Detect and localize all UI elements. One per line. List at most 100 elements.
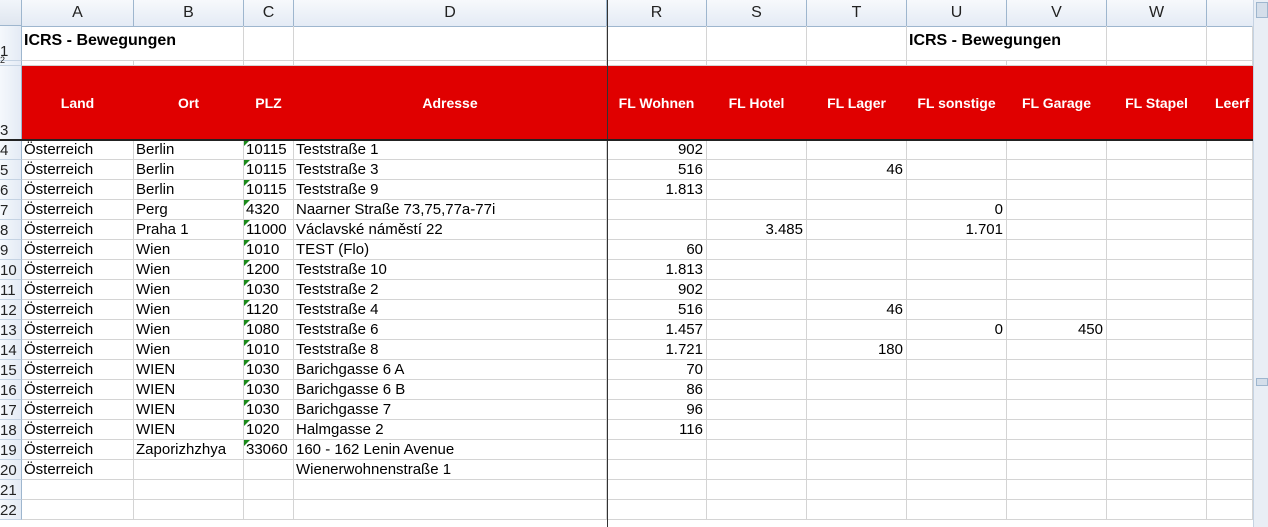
cell-r6-c7[interactable] xyxy=(907,180,1007,200)
column-title-leerf[interactable]: Leerf xyxy=(1207,66,1253,140)
cell-r12-c1[interactable]: Wien xyxy=(134,300,244,320)
cell-r16-c4[interactable]: 86 xyxy=(607,380,707,400)
row-header-4[interactable]: 4 xyxy=(0,140,22,160)
cell-r7-c10[interactable] xyxy=(1207,200,1253,220)
cell-r8-c4[interactable] xyxy=(607,220,707,240)
cell-r12-c3[interactable]: Teststraße 4 xyxy=(294,300,607,320)
cell-r19-c2[interactable]: 33060 xyxy=(244,440,294,460)
cell-r17-c3[interactable]: Barichgasse 7 xyxy=(294,400,607,420)
cell-r11-c4[interactable]: 902 xyxy=(607,280,707,300)
cell-r9-c10[interactable] xyxy=(1207,240,1253,260)
cell-r10-c2[interactable]: 1200 xyxy=(244,260,294,280)
cell-r12-c4[interactable]: 516 xyxy=(607,300,707,320)
cell-r17-c2[interactable]: 1030 xyxy=(244,400,294,420)
cell-r19-c9[interactable] xyxy=(1107,440,1207,460)
cell-r13-c5[interactable] xyxy=(707,320,807,340)
cell-r4-c4[interactable]: 902 xyxy=(607,140,707,160)
cell-r20-c6[interactable] xyxy=(807,460,907,480)
cell-r10-c4[interactable]: 1.813 xyxy=(607,260,707,280)
cell-r4-c6[interactable] xyxy=(807,140,907,160)
cell-r19-c10[interactable] xyxy=(1207,440,1253,460)
cell-r7-c8[interactable] xyxy=(1007,200,1107,220)
sheet-title-right[interactable]: ICRS - Bewegungen xyxy=(907,26,1061,61)
cell-r22-c0[interactable] xyxy=(22,500,134,520)
cell-r21-c2[interactable] xyxy=(244,480,294,500)
column-header-d[interactable]: D xyxy=(294,0,607,26)
column-header-w[interactable]: W xyxy=(1107,0,1207,26)
cell-r10-c1[interactable]: Wien xyxy=(134,260,244,280)
cell-r19-c7[interactable] xyxy=(907,440,1007,460)
row-header-17[interactable]: 17 xyxy=(0,400,22,420)
row-header-22[interactable]: 22 xyxy=(0,500,22,520)
cell-r19-c5[interactable] xyxy=(707,440,807,460)
cell-r16-c1[interactable]: WIEN xyxy=(134,380,244,400)
row-header-12[interactable]: 12 xyxy=(0,300,22,320)
cell-r19-c6[interactable] xyxy=(807,440,907,460)
cell-r4-c3[interactable]: Teststraße 1 xyxy=(294,140,607,160)
cell-r15-c5[interactable] xyxy=(707,360,807,380)
cell-r19-c0[interactable]: Österreich xyxy=(22,440,134,460)
cell-r6-c5[interactable] xyxy=(707,180,807,200)
cell-r20-c2[interactable] xyxy=(244,460,294,480)
cell-r21-c3[interactable] xyxy=(294,480,607,500)
cell-r6-c9[interactable] xyxy=(1107,180,1207,200)
cell-r9-c9[interactable] xyxy=(1107,240,1207,260)
cell-r12-c6[interactable]: 46 xyxy=(807,300,907,320)
column-title-fl-garage[interactable]: FL Garage xyxy=(1007,66,1107,140)
cell-r22-c4[interactable] xyxy=(607,500,707,520)
cell-r13-c10[interactable] xyxy=(1207,320,1253,340)
cell-r16-c3[interactable]: Barichgasse 6 B xyxy=(294,380,607,400)
cell-r22-c3[interactable] xyxy=(294,500,607,520)
cell-r19-c8[interactable] xyxy=(1007,440,1107,460)
cell-r8-c7[interactable]: 1.701 xyxy=(907,220,1007,240)
cell-r21-c6[interactable] xyxy=(807,480,907,500)
cell-r8-c1[interactable]: Praha 1 xyxy=(134,220,244,240)
row-header-9[interactable]: 9 xyxy=(0,240,22,260)
cell-r15-c8[interactable] xyxy=(1007,360,1107,380)
scroll-split-handle[interactable] xyxy=(1256,2,1268,18)
cell-r20-c3[interactable]: Wienerwohnenstraße 1 xyxy=(294,460,607,480)
select-all-corner[interactable] xyxy=(0,0,22,26)
cell-r1-c5[interactable] xyxy=(707,26,807,61)
cell-r1-c9[interactable] xyxy=(1107,26,1207,61)
cell-r11-c9[interactable] xyxy=(1107,280,1207,300)
cell-r6-c10[interactable] xyxy=(1207,180,1253,200)
cell-r4-c5[interactable] xyxy=(707,140,807,160)
column-title-fl-lager[interactable]: FL Lager xyxy=(807,66,907,140)
cell-r1-c2[interactable] xyxy=(244,26,294,61)
cell-r10-c3[interactable]: Teststraße 10 xyxy=(294,260,607,280)
row-header-7[interactable]: 7 xyxy=(0,200,22,220)
cell-r11-c10[interactable] xyxy=(1207,280,1253,300)
cell-r14-c0[interactable]: Österreich xyxy=(22,340,134,360)
cell-r14-c7[interactable] xyxy=(907,340,1007,360)
column-header-v[interactable]: V xyxy=(1007,0,1107,26)
cell-r16-c6[interactable] xyxy=(807,380,907,400)
cell-r6-c4[interactable]: 1.813 xyxy=(607,180,707,200)
row-header-19[interactable]: 19 xyxy=(0,440,22,460)
cell-r16-c9[interactable] xyxy=(1107,380,1207,400)
cell-r7-c9[interactable] xyxy=(1107,200,1207,220)
cell-r14-c5[interactable] xyxy=(707,340,807,360)
cell-r22-c9[interactable] xyxy=(1107,500,1207,520)
cell-r7-c1[interactable]: Perg xyxy=(134,200,244,220)
cell-r18-c9[interactable] xyxy=(1107,420,1207,440)
cell-r9-c4[interactable]: 60 xyxy=(607,240,707,260)
cell-r14-c6[interactable]: 180 xyxy=(807,340,907,360)
cell-r9-c1[interactable]: Wien xyxy=(134,240,244,260)
cell-r16-c0[interactable]: Österreich xyxy=(22,380,134,400)
cell-r16-c7[interactable] xyxy=(907,380,1007,400)
cell-r21-c10[interactable] xyxy=(1207,480,1253,500)
cell-r18-c6[interactable] xyxy=(807,420,907,440)
column-title-fl-sonstige[interactable]: FL sonstige xyxy=(907,66,1007,140)
cell-r18-c1[interactable]: WIEN xyxy=(134,420,244,440)
cell-r8-c2[interactable]: 11000 xyxy=(244,220,294,240)
cell-r6-c1[interactable]: Berlin xyxy=(134,180,244,200)
column-title-adresse[interactable]: Adresse xyxy=(294,66,607,140)
cell-r14-c3[interactable]: Teststraße 8 xyxy=(294,340,607,360)
cell-r13-c2[interactable]: 1080 xyxy=(244,320,294,340)
cell-r20-c4[interactable] xyxy=(607,460,707,480)
cell-r20-c5[interactable] xyxy=(707,460,807,480)
cell-r15-c0[interactable]: Österreich xyxy=(22,360,134,380)
cell-r7-c3[interactable]: Naarner Straße 73,75,77a-77i xyxy=(294,200,607,220)
cell-r6-c6[interactable] xyxy=(807,180,907,200)
